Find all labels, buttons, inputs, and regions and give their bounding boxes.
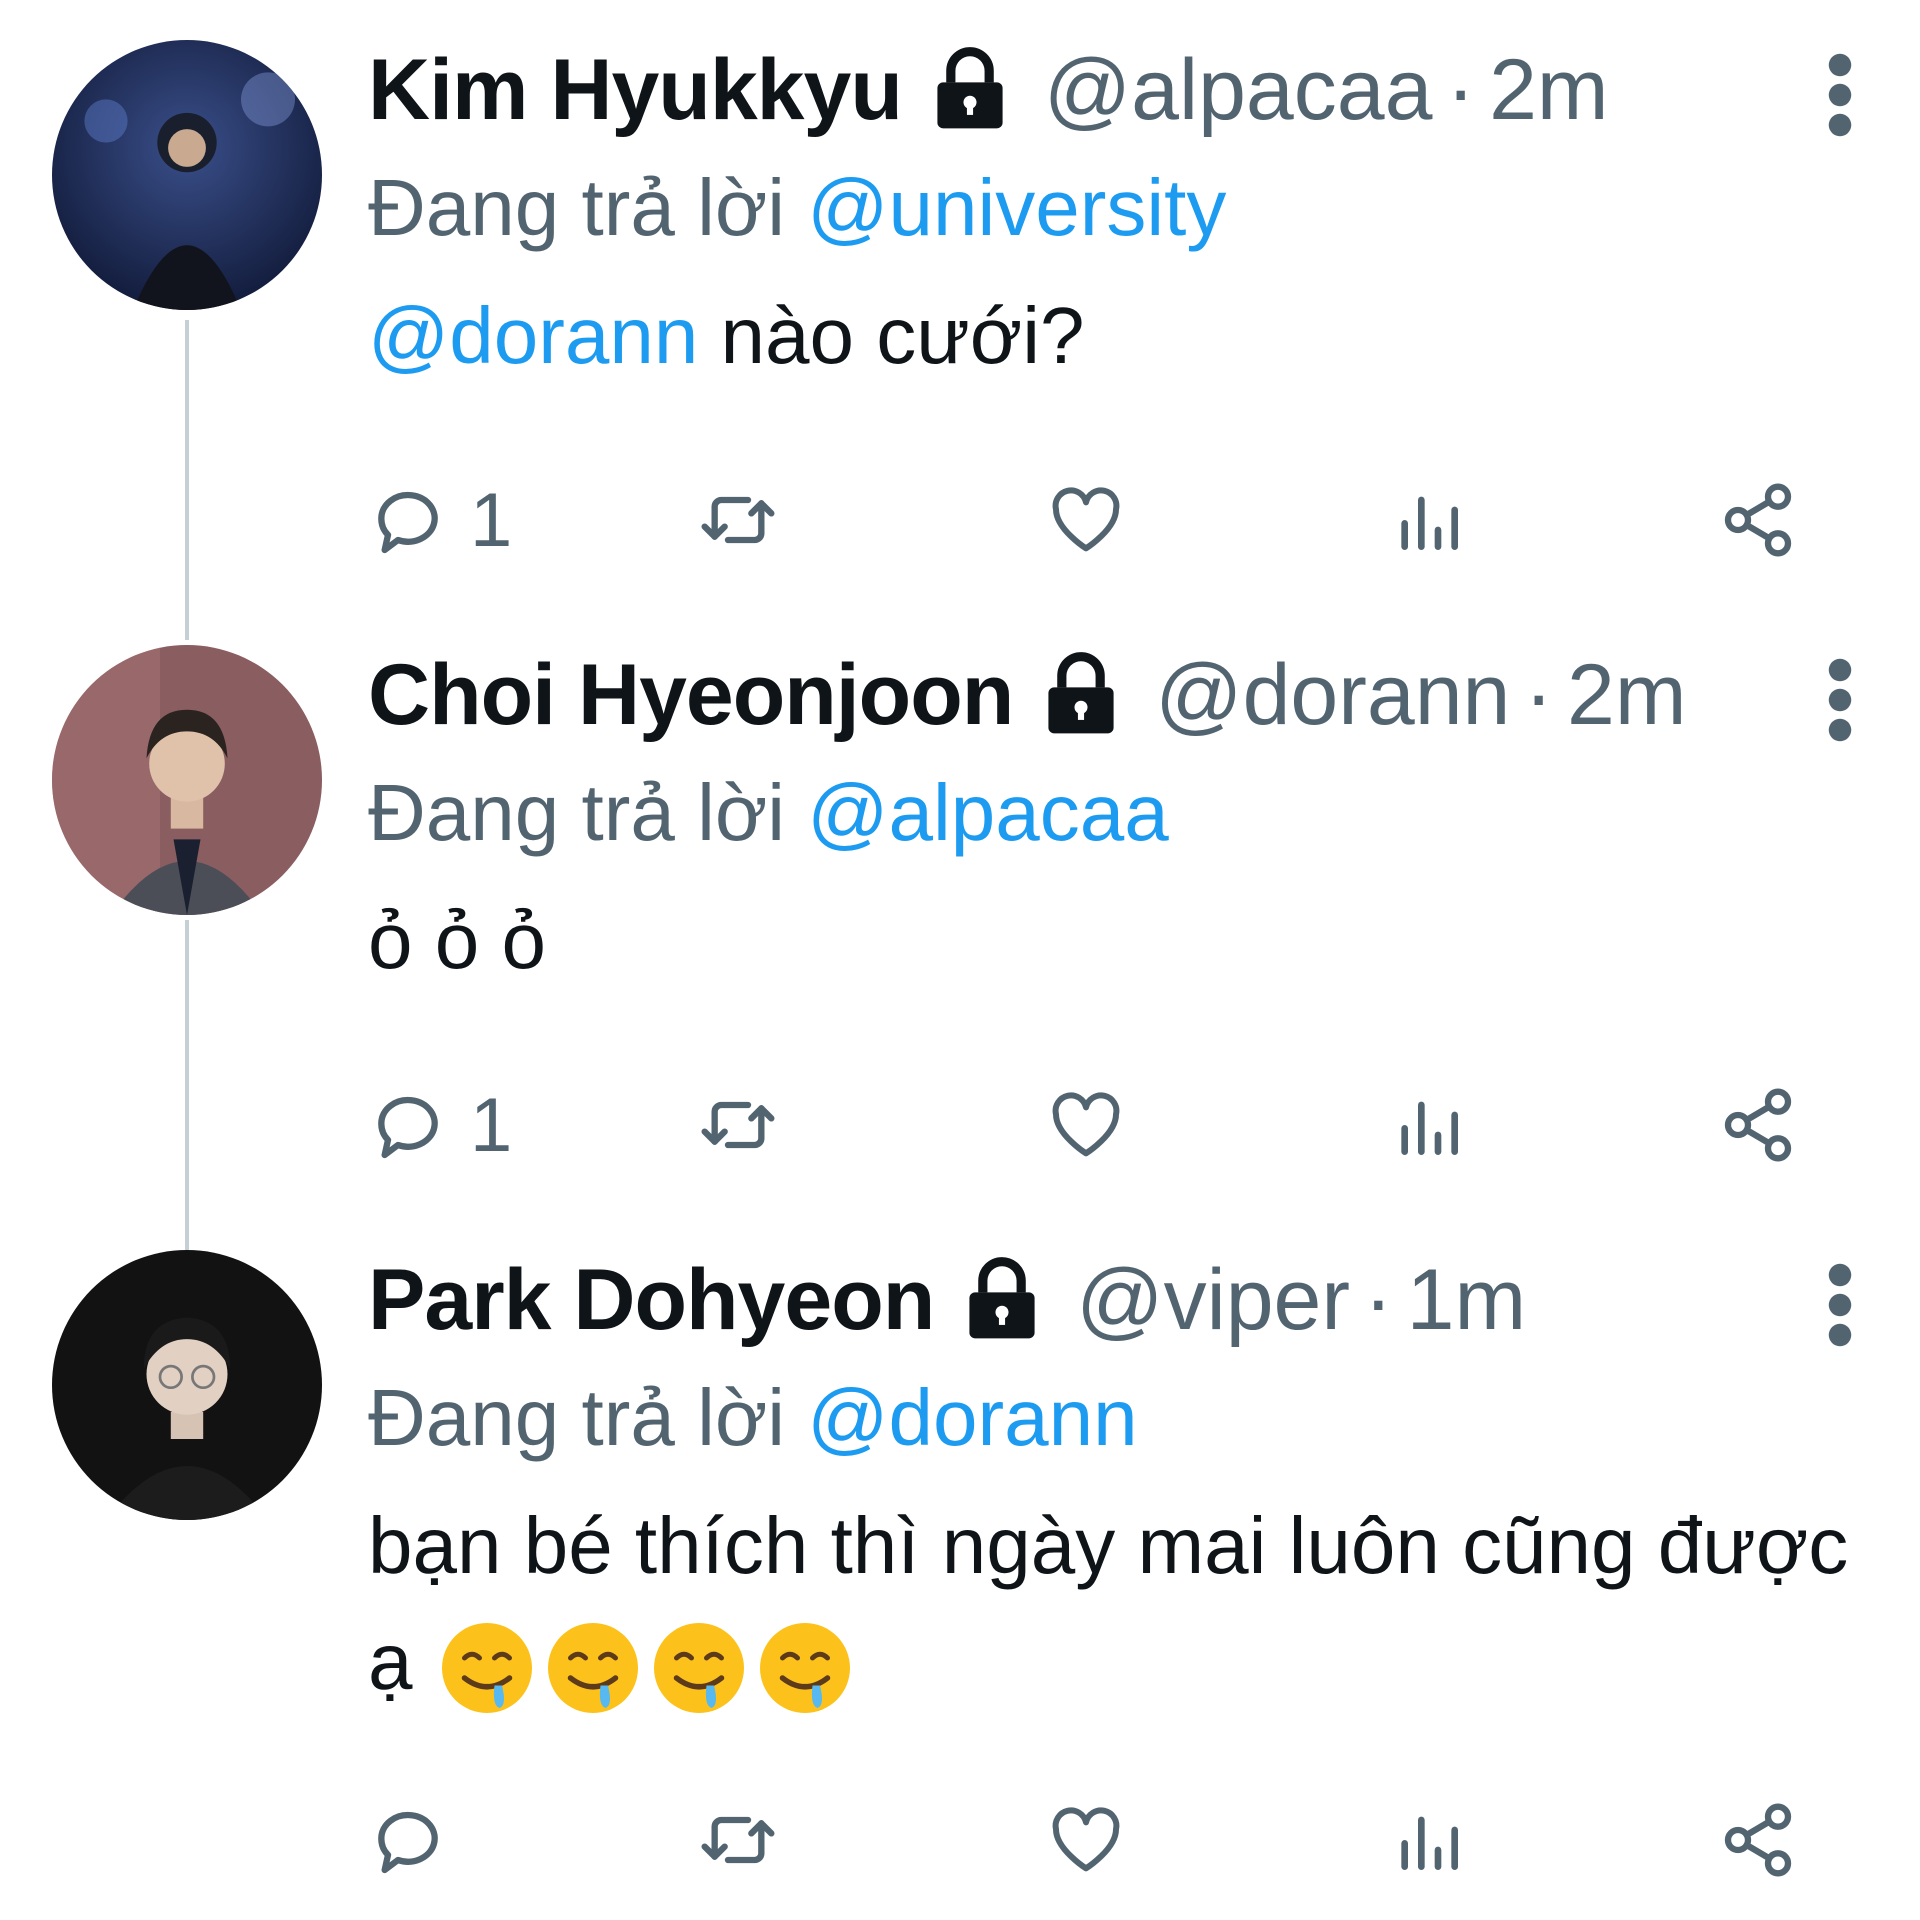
reply-icon bbox=[368, 1085, 448, 1165]
replying-to: Đang trả lời @university bbox=[368, 150, 1860, 266]
retweet-icon bbox=[698, 1085, 778, 1165]
share-icon bbox=[1718, 480, 1798, 560]
display-name[interactable]: Kim Hyukkyu bbox=[368, 41, 903, 140]
avatar-kim-hyukkyu[interactable] bbox=[52, 40, 322, 310]
replying-to: Đang trả lời @alpacaa bbox=[368, 755, 1860, 871]
tweet-body: bạn bé thích thì ngày mai luôn cũng được… bbox=[368, 1488, 1860, 1720]
like-button[interactable] bbox=[1046, 1080, 1126, 1170]
retweet-button[interactable] bbox=[698, 1080, 778, 1170]
body-mention[interactable]: @dorann bbox=[368, 291, 698, 380]
user-handle[interactable]: @alpacaa bbox=[1044, 41, 1433, 140]
replying-to-mention[interactable]: @alpacaa bbox=[807, 768, 1168, 857]
reply-button[interactable] bbox=[368, 1795, 470, 1885]
share-icon bbox=[1718, 1085, 1798, 1165]
body-text: ỏ ỏ ỏ bbox=[368, 896, 546, 985]
reply-thread: Kim Hyukkyu @alpacaa · 2m Đang trả lời @… bbox=[0, 0, 1920, 1920]
retweet-button[interactable] bbox=[698, 475, 778, 565]
share-button[interactable] bbox=[1718, 1080, 1798, 1170]
replying-prefix: Đang trả lời bbox=[368, 768, 808, 857]
tweet-actions bbox=[368, 1795, 1808, 1885]
tweet-header: Choi Hyeonjoon @dorann · 2m bbox=[368, 635, 1860, 755]
timestamp[interactable]: 2m bbox=[1567, 646, 1686, 745]
drooling-face-emoji bbox=[543, 1618, 643, 1718]
share-button[interactable] bbox=[1718, 1795, 1798, 1885]
display-name[interactable]: Park Dohyeon bbox=[368, 1251, 935, 1350]
avatar-choi-hyeonjoon[interactable] bbox=[52, 645, 322, 915]
lock-icon bbox=[1035, 649, 1127, 741]
thread-connector-line bbox=[185, 920, 189, 1250]
reply-icon bbox=[368, 480, 448, 560]
timestamp[interactable]: 1m bbox=[1407, 1251, 1526, 1350]
reply-count: 1 bbox=[470, 477, 513, 563]
avatar-park-dohyeon[interactable] bbox=[52, 1250, 322, 1520]
user-handle[interactable]: @viper bbox=[1076, 1251, 1350, 1350]
views-button[interactable] bbox=[1388, 475, 1468, 565]
more-vertical-icon[interactable] bbox=[1820, 1260, 1860, 1350]
more-vertical-icon[interactable] bbox=[1820, 655, 1860, 745]
lock-icon bbox=[924, 44, 1016, 136]
share-icon bbox=[1718, 1800, 1798, 1880]
drooling-face-emoji bbox=[755, 1618, 855, 1718]
heart-icon bbox=[1046, 480, 1126, 560]
reply-count: 1 bbox=[470, 1082, 513, 1168]
separator-dot: · bbox=[1446, 41, 1476, 138]
tweet-header: Park Dohyeon @viper · 1m bbox=[368, 1240, 1860, 1360]
display-name[interactable]: Choi Hyeonjoon bbox=[368, 646, 1014, 745]
replying-to-mention[interactable]: @university bbox=[807, 163, 1226, 252]
tweet-actions: 1 bbox=[368, 1080, 1808, 1170]
like-button[interactable] bbox=[1046, 1795, 1126, 1885]
thread-connector-line bbox=[185, 320, 189, 640]
separator-dot: · bbox=[1364, 1251, 1393, 1348]
reply-button[interactable]: 1 bbox=[368, 475, 512, 565]
timestamp[interactable]: 2m bbox=[1489, 41, 1608, 140]
drooling-face-emoji bbox=[649, 1618, 749, 1718]
tweet-body: @dorann nào cưới? bbox=[368, 278, 1860, 394]
body-text: nào cưới? bbox=[698, 291, 1085, 380]
retweet-icon bbox=[698, 1800, 778, 1880]
share-button[interactable] bbox=[1718, 475, 1798, 565]
views-button[interactable] bbox=[1388, 1080, 1468, 1170]
user-handle[interactable]: @dorann bbox=[1155, 646, 1510, 745]
replying-to: Đang trả lời @dorann bbox=[368, 1360, 1860, 1476]
emoji-group bbox=[437, 1618, 855, 1718]
analytics-icon bbox=[1388, 1800, 1468, 1880]
retweet-button[interactable] bbox=[698, 1795, 778, 1885]
heart-icon bbox=[1046, 1085, 1126, 1165]
heart-icon bbox=[1046, 1800, 1126, 1880]
tweet-body: ỏ ỏ ỏ bbox=[368, 883, 1860, 999]
replying-to-mention[interactable]: @dorann bbox=[807, 1373, 1137, 1462]
retweet-icon bbox=[698, 480, 778, 560]
reply-button[interactable]: 1 bbox=[368, 1080, 512, 1170]
tweet-header: Kim Hyukkyu @alpacaa · 2m bbox=[368, 30, 1860, 150]
lock-icon bbox=[956, 1254, 1048, 1346]
analytics-icon bbox=[1388, 1085, 1468, 1165]
like-button[interactable] bbox=[1046, 475, 1126, 565]
replying-prefix: Đang trả lời bbox=[368, 163, 808, 252]
replying-prefix: Đang trả lời bbox=[368, 1373, 808, 1462]
views-button[interactable] bbox=[1388, 1795, 1468, 1885]
more-vertical-icon[interactable] bbox=[1820, 50, 1860, 140]
tweet-actions: 1 bbox=[368, 475, 1808, 565]
drooling-face-emoji bbox=[437, 1618, 537, 1718]
separator-dot: · bbox=[1524, 646, 1554, 743]
reply-icon bbox=[368, 1800, 448, 1880]
analytics-icon bbox=[1388, 480, 1468, 560]
